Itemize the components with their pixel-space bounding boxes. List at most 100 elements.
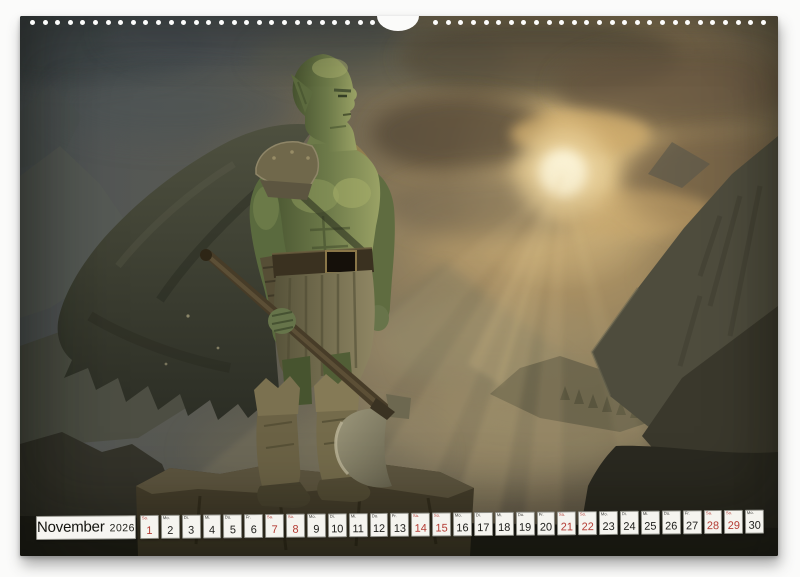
day-number: 16: [454, 522, 471, 534]
date-cell: Mo.9: [307, 513, 326, 537]
weekday-abbrev: Mi.: [643, 512, 649, 517]
binding-hole: [131, 20, 136, 25]
binding-hole: [219, 20, 224, 25]
binding-hole: [106, 20, 111, 25]
weekday-abbrev: So.: [434, 513, 440, 518]
photo-vignette: [20, 16, 778, 556]
weekday-abbrev: Sa.: [705, 511, 711, 516]
date-cell: Mo.23: [599, 511, 618, 535]
day-number: 11: [350, 523, 367, 535]
binding-hole: [257, 20, 262, 25]
binding-hole: [635, 20, 640, 25]
date-cell: Mi. 11: [349, 513, 368, 537]
binding-hole: [547, 20, 552, 25]
weekday-abbrev: Mo.: [455, 513, 462, 518]
date-cell: So. 1: [140, 515, 159, 539]
binding-hole: [282, 20, 287, 25]
binding-hole: [30, 20, 35, 25]
date-cell: So.22: [578, 511, 597, 535]
day-number: 4: [204, 524, 221, 536]
day-number: 7: [266, 524, 283, 536]
weekday-abbrev: Fr.: [538, 513, 543, 518]
binding-hole: [484, 20, 489, 25]
binding-hole: [572, 20, 577, 25]
weekday-abbrev: Mi.: [497, 513, 503, 518]
day-number: 2: [162, 525, 179, 537]
weekday-abbrev: Fr.: [392, 514, 397, 519]
date-cell: Mo. 30: [745, 510, 764, 534]
date-cell: So. 15: [432, 512, 451, 536]
binding-hole: [68, 20, 73, 25]
calendar-artwork: [20, 16, 778, 556]
day-number: 5: [224, 524, 241, 536]
day-number: 26: [663, 520, 680, 532]
weekday-abbrev: Di.: [330, 514, 335, 519]
binding-hole: [761, 20, 766, 25]
date-cell: Fr. 20: [536, 511, 555, 535]
date-cell: Mo. 2: [161, 515, 180, 539]
weekday-abbrev: Fr.: [246, 515, 251, 520]
day-number: 18: [496, 522, 513, 534]
day-number: 17: [475, 522, 492, 534]
date-cell: Mi.4: [202, 514, 221, 538]
weekday-abbrev: Mo.: [163, 516, 170, 521]
weekday-abbrev: So.: [288, 515, 294, 520]
weekday-abbrev: Fr.: [685, 511, 690, 516]
binding-hole: [358, 20, 363, 25]
day-number: 12: [371, 523, 388, 535]
day-number: 13: [391, 523, 408, 535]
binding-hole: [673, 20, 678, 25]
binding-hole: [320, 20, 325, 25]
binding-hole: [345, 20, 350, 25]
weekday-abbrev: So.: [580, 512, 586, 517]
day-number: 20: [538, 521, 555, 533]
day-number: 19: [517, 522, 534, 534]
weekday-abbrev: Di.: [476, 513, 481, 518]
weekday-abbrev: Di.: [622, 512, 627, 517]
date-cell: Sa.28: [703, 510, 722, 534]
weekday-abbrev: Mi.: [351, 514, 357, 519]
weekday-abbrev: Sa.: [267, 515, 273, 520]
binding-hole: [43, 20, 48, 25]
binding-hole: [232, 20, 237, 25]
weekday-abbrev: So.: [142, 516, 148, 521]
day-number: 6: [245, 524, 262, 536]
day-number: 30: [746, 520, 763, 532]
date-cell: Di. 17: [474, 512, 493, 536]
month-name: November: [37, 516, 105, 539]
binding-hole: [597, 20, 602, 25]
binding-hole: [446, 20, 451, 25]
date-cell: Fr. 6: [244, 514, 263, 538]
weekday-abbrev: Mo.: [747, 511, 754, 516]
binding-hole: [93, 20, 98, 25]
year-label: 2026: [110, 522, 135, 534]
weekday-abbrev: Sa.: [559, 512, 565, 517]
date-cell: Di.3: [182, 515, 201, 539]
day-number: 15: [433, 522, 450, 534]
weekday-abbrev: So.: [726, 511, 732, 516]
date-cell: Do.19: [516, 512, 535, 536]
date-cell: Fr. 27: [683, 510, 702, 534]
day-number: 27: [684, 520, 701, 532]
day-number: 1: [141, 525, 158, 537]
date-cell: So.29: [724, 510, 743, 534]
date-cell: Do.12: [369, 513, 388, 537]
date-cell: Mo. 16: [453, 512, 472, 536]
calendar-page: November 2026 So.1Mo.2Di.3Mi.4Do.5Fr.6Sa…: [20, 16, 778, 556]
binding-hole: [736, 20, 741, 25]
weekday-abbrev: Do.: [664, 511, 670, 516]
weekday-abbrev: Do.: [225, 515, 231, 520]
date-cell: Fr. 13: [390, 513, 409, 537]
binding-hole: [295, 20, 300, 25]
binding-hole: [156, 20, 161, 25]
date-cell: Sa. 21: [557, 511, 576, 535]
month-label: November 2026: [36, 515, 136, 540]
binding-hole: [698, 20, 703, 25]
day-number: 21: [558, 521, 575, 533]
weekday-abbrev: Di.: [184, 516, 189, 521]
binding-hole: [194, 20, 199, 25]
date-cell: Mi. 18: [495, 512, 514, 536]
binding-hole: [534, 20, 539, 25]
date-cell: Do. 5: [223, 514, 242, 538]
binding-hole: [169, 20, 174, 25]
